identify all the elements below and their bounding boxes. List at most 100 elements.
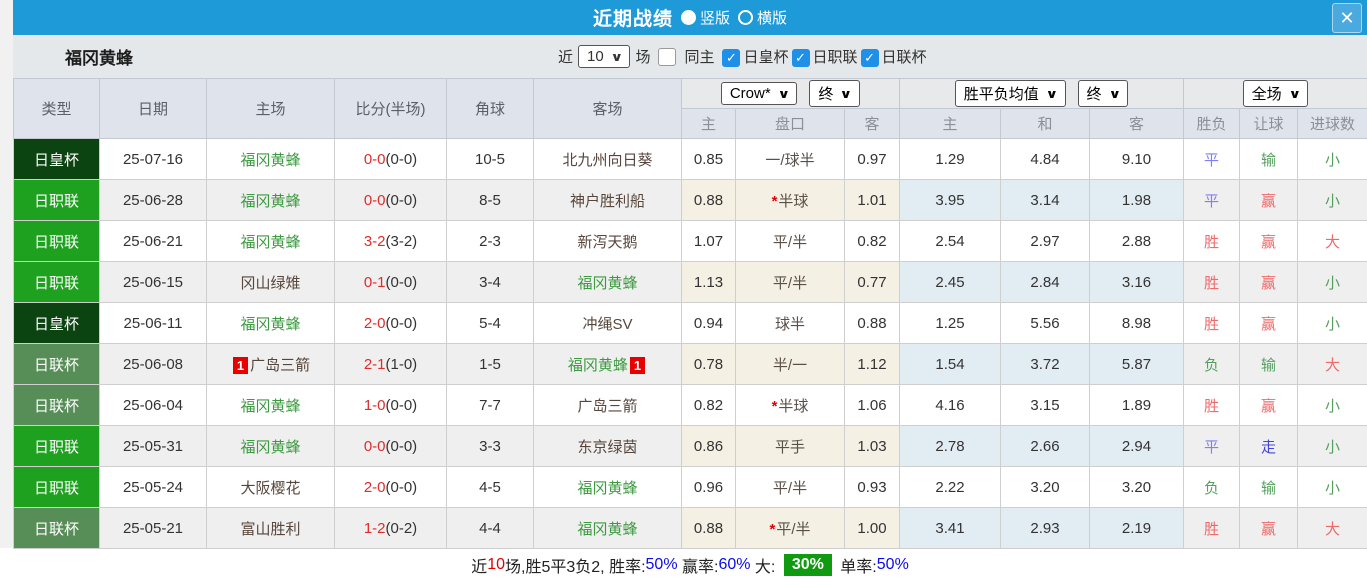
col-header-score: 比分(半场) — [335, 79, 447, 139]
summary-segment: 30% — [784, 554, 832, 576]
match-score: 1-2(0-2) — [335, 508, 447, 549]
avg-home-odds: 3.95 — [900, 180, 1001, 221]
chevron-down-icon: ∨ — [1108, 87, 1121, 101]
avg-home-odds: 1.29 — [900, 139, 1001, 180]
chevron-down-icon: ∨ — [777, 87, 790, 101]
match-count-select[interactable]: 10 ∨ — [578, 45, 630, 68]
competition-label: 日联杯 — [882, 49, 927, 66]
avg-draw-odds: 4.84 — [1001, 139, 1090, 180]
summary-segment: 单率: — [836, 553, 877, 577]
avg-home-odds: 1.54 — [900, 344, 1001, 385]
avg-away-odds: 2.94 — [1090, 426, 1184, 467]
home-team: 福冈黄蜂 — [207, 180, 335, 221]
match-type-badge: 日联杯 — [14, 508, 100, 549]
sub-header-ah-line: 盘口 — [736, 109, 845, 139]
ah-away-odds: 1.12 — [845, 344, 900, 385]
star-icon: * — [772, 193, 778, 210]
matches-label: 场 — [635, 46, 650, 67]
away-team: 冲绳SV — [534, 303, 682, 344]
result-handicap: 走 — [1240, 426, 1298, 467]
match-type-badge: 日联杯 — [14, 344, 100, 385]
table-row: 日联杯25-06-081广岛三箭2-1(1-0)1-5福冈黄蜂10.78半/一1… — [14, 344, 1367, 385]
match-date: 25-07-16 — [100, 139, 207, 180]
asian-odds-time-value: 终 — [818, 83, 833, 104]
result-goals: 小 — [1298, 385, 1367, 426]
match-score: 2-0(0-0) — [335, 303, 447, 344]
corner-score: 1-5 — [447, 344, 534, 385]
match-score: 0-0(0-0) — [335, 426, 447, 467]
recent-results-dialog: 近期战绩 竖版 横版 ✕ 福冈黄蜂 近 10 ∨ 场 同主 ✓日皇杯✓日职联✓日… — [13, 0, 1367, 581]
background-page-strip — [0, 0, 14, 548]
avg-home-odds: 2.22 — [900, 467, 1001, 508]
competition-checkbox[interactable]: ✓ — [792, 49, 810, 67]
vertical-layout-label: 竖版 — [700, 7, 730, 28]
away-team: 神户胜利船 — [534, 180, 682, 221]
match-type-badge: 日皇杯 — [14, 303, 100, 344]
result-wdl: 平 — [1184, 426, 1240, 467]
match-type-badge: 日职联 — [14, 180, 100, 221]
filter-controls: 近 10 ∨ 场 同主 ✓日皇杯✓日职联✓日联杯 — [558, 45, 927, 68]
recent-label: 近 — [558, 46, 573, 67]
asian-odds-time-select[interactable]: 终 ∨ — [809, 80, 860, 107]
ah-home-odds: 0.88 — [682, 180, 736, 221]
sub-header-ah-away: 客 — [845, 109, 900, 139]
result-wdl: 平 — [1184, 180, 1240, 221]
sub-header-avg-away: 客 — [1090, 109, 1184, 139]
toolbar: 福冈黄蜂 近 10 ∨ 场 同主 ✓日皇杯✓日职联✓日联杯 — [13, 35, 1367, 78]
recent-matches-table: 类型 日期 主场 比分(半场) 角球 客场 Crow* ∨ 终 ∨ — [13, 78, 1367, 549]
result-handicap: 赢 — [1240, 508, 1298, 549]
avg-away-odds: 3.20 — [1090, 467, 1184, 508]
result-goals: 大 — [1298, 221, 1367, 262]
avg-draw-odds: 3.20 — [1001, 467, 1090, 508]
europe-odds-select[interactable]: 胜平负均值 ∨ — [955, 80, 1066, 107]
result-wdl: 胜 — [1184, 508, 1240, 549]
away-team: 福冈黄蜂 — [534, 467, 682, 508]
corner-score: 5-4 — [447, 303, 534, 344]
col-header-home: 主场 — [207, 79, 335, 139]
sub-header-avg-draw: 和 — [1001, 109, 1090, 139]
horizontal-layout-radio[interactable] — [738, 10, 753, 25]
close-button[interactable]: ✕ — [1332, 3, 1362, 33]
vertical-layout-radio[interactable] — [681, 10, 696, 25]
avg-draw-odds: 3.14 — [1001, 180, 1090, 221]
star-icon: * — [769, 521, 775, 538]
home-team: 福冈黄蜂 — [207, 385, 335, 426]
sub-header-avg-home: 主 — [900, 109, 1001, 139]
result-wdl: 平 — [1184, 139, 1240, 180]
ah-line: *半球 — [736, 385, 845, 426]
home-team: 1广岛三箭 — [207, 344, 335, 385]
odds-company-select[interactable]: Crow* ∨ — [721, 82, 798, 105]
table-row: 日职联25-06-28福冈黄蜂0-0(0-0)8-5神户胜利船0.88*半球1.… — [14, 180, 1367, 221]
corner-score: 10-5 — [447, 139, 534, 180]
chevron-down-icon: ∨ — [840, 87, 853, 101]
ah-home-odds: 1.13 — [682, 262, 736, 303]
result-goals: 小 — [1298, 262, 1367, 303]
result-handicap: 输 — [1240, 344, 1298, 385]
avg-home-odds: 2.78 — [900, 426, 1001, 467]
summary-segment: 近 — [471, 553, 487, 577]
away-team: 东京绿茵 — [534, 426, 682, 467]
competition-filters: ✓日皇杯✓日职联✓日联杯 — [719, 46, 926, 67]
summary-segment: 50% — [646, 556, 678, 574]
result-wdl: 胜 — [1184, 221, 1240, 262]
corner-score: 8-5 — [447, 180, 534, 221]
europe-odds-time-select[interactable]: 终 ∨ — [1078, 80, 1129, 107]
match-score: 3-2(3-2) — [335, 221, 447, 262]
avg-away-odds: 8.98 — [1090, 303, 1184, 344]
match-score: 0-0(0-0) — [335, 180, 447, 221]
competition-checkbox[interactable]: ✓ — [722, 49, 740, 67]
corner-score: 4-4 — [447, 508, 534, 549]
scope-select[interactable]: 全场 ∨ — [1243, 80, 1309, 107]
table-row: 日联杯25-05-21富山胜利1-2(0-2)4-4福冈黄蜂0.88*平/半1.… — [14, 508, 1367, 549]
away-team: 福冈黄蜂1 — [534, 344, 682, 385]
table-row: 日职联25-05-31福冈黄蜂0-0(0-0)3-3东京绿茵0.86平手1.03… — [14, 426, 1367, 467]
same-home-checkbox[interactable] — [658, 48, 676, 66]
avg-draw-odds: 2.66 — [1001, 426, 1090, 467]
summary-segment: 场,胜5平3负2, — [505, 553, 609, 577]
match-date: 25-05-24 — [100, 467, 207, 508]
competition-checkbox[interactable]: ✓ — [861, 49, 879, 67]
table-row: 日皇杯25-07-16福冈黄蜂0-0(0-0)10-5北九州向日葵0.85一/球… — [14, 139, 1367, 180]
ah-home-odds: 0.82 — [682, 385, 736, 426]
ah-away-odds: 1.00 — [845, 508, 900, 549]
result-handicap: 赢 — [1240, 303, 1298, 344]
